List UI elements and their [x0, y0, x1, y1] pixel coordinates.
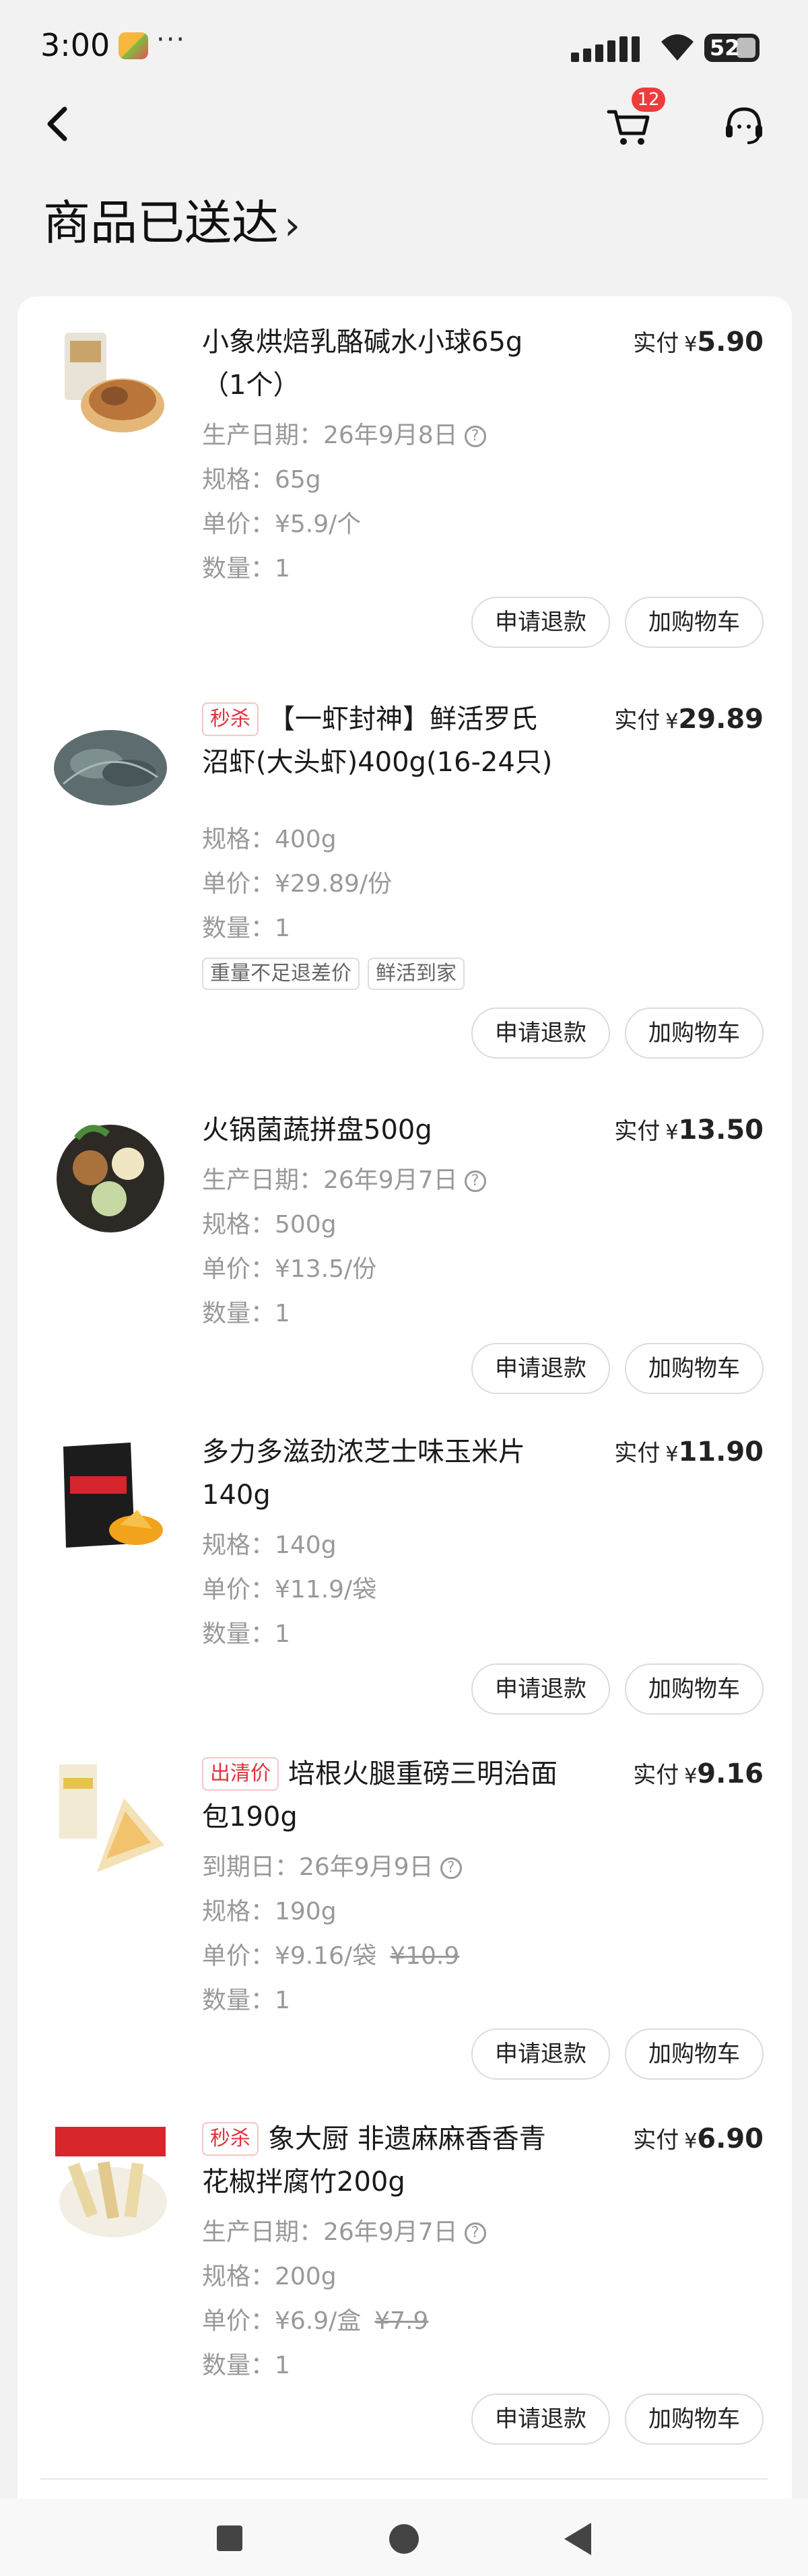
quantity: 数量：1 — [202, 915, 290, 942]
product-name[interactable]: 出清价 培根火腿重磅三明治面包190g — [202, 1752, 559, 1839]
status-time: 3:00 — [40, 27, 110, 63]
product-name-text: 多力多滋劲浓芝士味玉米片140g — [202, 1436, 525, 1511]
spec: 规格：400g — [202, 826, 337, 853]
help-icon[interactable]: ? — [464, 1170, 486, 1192]
add-to-cart-button[interactable]: 加购物车 — [625, 1008, 764, 1059]
page-title-text: 商品已送达 — [43, 195, 279, 251]
add-to-cart-button[interactable]: 加购物车 — [625, 1343, 764, 1394]
unit-price: 单价：¥11.9/袋 — [202, 1576, 377, 1604]
add-to-cart-button[interactable]: 加购物车 — [625, 597, 764, 648]
quantity: 数量：1 — [202, 1300, 290, 1327]
product-name[interactable]: 多力多滋劲浓芝士味玉米片140g — [202, 1430, 559, 1517]
customer-service-icon[interactable] — [720, 102, 768, 150]
product-name[interactable]: 秒杀 【一虾封神】鲜活罗氏沼虾(大头虾)400g(16-24只) — [202, 698, 559, 784]
quantity: 数量：1 — [202, 555, 290, 583]
paid-price: 实付 ¥29.89 — [614, 704, 764, 735]
product-name[interactable]: 秒杀 象大厨 非遗麻麻香香青花椒拌腐竹200g — [202, 2117, 559, 2204]
product-thumbnail — [50, 2123, 170, 2243]
promo-tag: 秒杀 — [202, 2122, 259, 2156]
add-to-cart-button[interactable]: 加购物车 — [625, 1663, 764, 1715]
quantity: 数量：1 — [202, 1620, 290, 1648]
add-to-cart-button[interactable]: 加购物车 — [625, 2393, 764, 2445]
spec: 规格：200g — [202, 2263, 337, 2290]
unit-price: 单价：¥6.9/盒 ¥7.9 — [202, 2307, 429, 2335]
quantity: 数量：1 — [202, 1987, 290, 2014]
product-name-text: 小象烘焙乳酪碱水小球65g（1个） — [202, 327, 523, 401]
service-chip: 鲜活到家 — [368, 958, 465, 990]
cart-count-badge: 12 — [632, 88, 665, 112]
system-nav-bar — [0, 2499, 808, 2576]
chevron-right-icon: › — [284, 202, 300, 249]
spec: 规格：190g — [202, 1898, 337, 1925]
product-name[interactable]: 火锅菌蔬拼盘500g — [202, 1109, 559, 1152]
help-icon[interactable]: ? — [464, 426, 486, 447]
spec: 规格：500g — [202, 1211, 337, 1239]
paid-price: 实付 ¥5.90 — [633, 327, 764, 358]
production-date: 生产日期：26年9月7日? — [202, 2210, 486, 2255]
battery-level: 52 — [710, 35, 740, 61]
paid-price: 实付 ¥11.90 — [614, 1436, 764, 1467]
help-icon[interactable]: ? — [464, 2222, 486, 2244]
wifi-icon — [661, 34, 694, 61]
help-icon[interactable]: ? — [440, 1857, 462, 1879]
order-items-card: 小象烘焙乳酪碱水小球65g（1个） 实付 ¥5.90 生产日期：26年9月8日? … — [18, 296, 792, 2519]
refund-button[interactable]: 申请退款 — [471, 2028, 610, 2080]
add-to-cart-button[interactable]: 加购物车 — [625, 2028, 764, 2080]
refund-button[interactable]: 申请退款 — [471, 1008, 610, 1059]
production-date: 生产日期：26年9月7日? — [202, 1158, 486, 1203]
spec: 规格：140g — [202, 1531, 337, 1559]
status-bar: 3:00 ··· 52 — [0, 0, 808, 94]
original-price: ¥10.9 — [390, 1942, 460, 1970]
signal-icon — [571, 35, 652, 62]
product-thumbnail — [50, 703, 170, 823]
product-thumbnail — [50, 326, 170, 446]
refund-button[interactable]: 申请退款 — [471, 1343, 610, 1394]
system-back-icon[interactable] — [564, 2523, 591, 2555]
unit-price: 单价：¥29.89/份 — [202, 870, 393, 898]
more-notifications-indicator: ··· — [156, 24, 187, 55]
nav-bar: 12 — [0, 88, 808, 162]
unit-price: 单价：¥13.5/份 — [202, 1255, 377, 1283]
product-thumbnail — [50, 1436, 170, 1556]
promo-tag: 秒杀 — [202, 702, 259, 736]
divider — [40, 2478, 768, 2480]
paid-price: 实付 ¥6.90 — [633, 2123, 764, 2154]
product-name[interactable]: 小象烘焙乳酪碱水小球65g（1个） — [202, 321, 559, 407]
paid-price: 实付 ¥13.50 — [614, 1115, 764, 1146]
expiry-date: 到期日：26年9月9日? — [202, 1845, 462, 1890]
service-chip: 重量不足退差价 — [202, 958, 360, 990]
recent-apps-icon[interactable] — [217, 2525, 242, 2551]
refund-button[interactable]: 申请退款 — [471, 1663, 610, 1715]
page-title[interactable]: 商品已送达 › — [43, 185, 300, 253]
paid-price: 实付 ¥9.16 — [633, 1758, 764, 1789]
refund-button[interactable]: 申请退款 — [471, 597, 610, 648]
refund-button[interactable]: 申请退款 — [471, 2393, 610, 2445]
unit-price: 单价：¥9.16/袋 ¥10.9 — [202, 1942, 460, 1970]
app-notification-icon — [119, 32, 148, 59]
back-icon[interactable] — [38, 104, 78, 144]
product-thumbnail — [50, 1758, 170, 1878]
product-name-text: 火锅菌蔬拼盘500g — [202, 1115, 432, 1146]
promo-tag: 出清价 — [202, 1757, 279, 1791]
service-chips: 重量不足退差价 鲜活到家 — [202, 958, 473, 990]
home-icon[interactable] — [389, 2524, 419, 2554]
unit-price: 单价：¥5.9/个 — [202, 510, 362, 538]
original-price: ¥7.9 — [374, 2307, 429, 2335]
quantity: 数量：1 — [202, 2352, 290, 2379]
battery-icon: 52 — [704, 34, 760, 62]
product-thumbnail — [50, 1114, 170, 1234]
production-date: 生产日期：26年9月8日? — [202, 414, 486, 458]
spec: 规格：65g — [202, 466, 321, 494]
